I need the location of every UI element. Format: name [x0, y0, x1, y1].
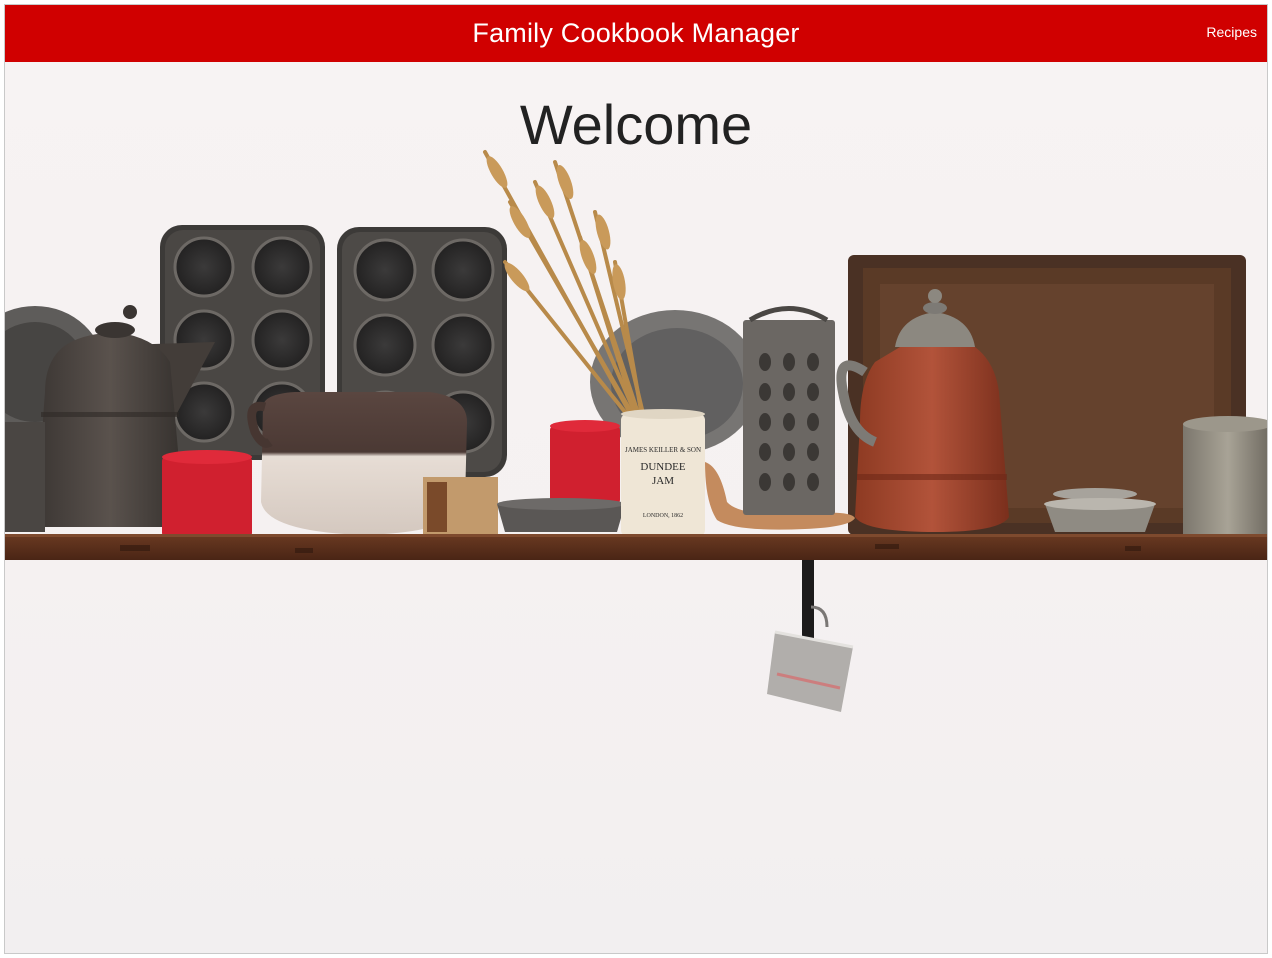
hero-section: Welcome JAMES KEILLER & SON DUNDEE JAM L… [5, 62, 1267, 953]
jar-label-line2: DUNDEE [640, 461, 685, 473]
welcome-heading: Welcome [519, 93, 753, 156]
tart-pan [497, 498, 625, 532]
app-title: Family Cookbook Manager [472, 18, 800, 48]
box-grater [743, 306, 835, 515]
jar-label-line1: JAMES KEILLER & SON [625, 446, 701, 454]
tin-can [1183, 416, 1267, 536]
red-candle-middle [550, 420, 620, 504]
browser-viewport: Family Cookbook Manager Recipes Welcome [4, 4, 1268, 954]
small-tin-left [5, 422, 45, 532]
jam-jar: JAMES KEILLER & SON DUNDEE JAM LONDON, 1… [621, 409, 705, 536]
top-navbar: Family Cookbook Manager Recipes [5, 5, 1267, 62]
cardboard-box [423, 477, 498, 537]
red-candle-left [162, 450, 252, 537]
wooden-shelf [5, 534, 1267, 560]
hanging-cup [767, 560, 854, 712]
jar-label-line3: JAM [652, 475, 674, 487]
jar-label-line4: LONDON, 1862 [643, 513, 683, 519]
nav-link-recipes[interactable]: Recipes [1206, 24, 1257, 40]
kitchen-shelf-photo: JAMES KEILLER & SON DUNDEE JAM LONDON, 1… [5, 150, 1267, 712]
